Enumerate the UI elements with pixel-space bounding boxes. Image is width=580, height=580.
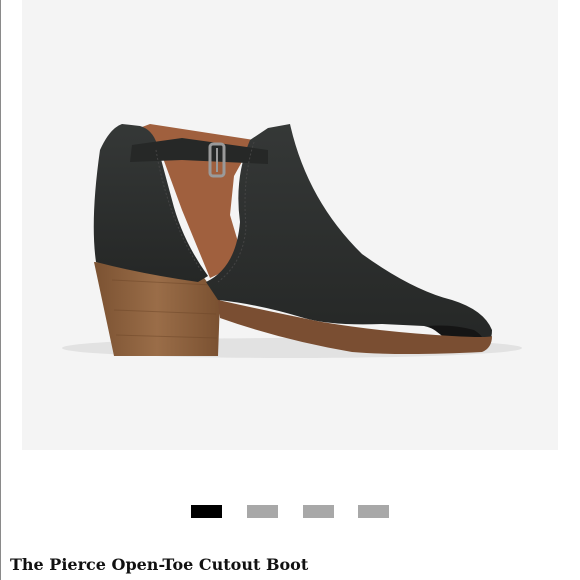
carousel-dot-3[interactable] [303, 505, 334, 518]
carousel-dot-1[interactable] [191, 505, 222, 518]
boot-illustration [62, 124, 522, 358]
product-image[interactable] [22, 0, 558, 450]
carousel-dot-4[interactable] [358, 505, 389, 518]
product-title: The Pierce Open-Toe Cutout Boot [10, 555, 309, 574]
page-left-border [0, 0, 1, 580]
carousel-dot-2[interactable] [247, 505, 278, 518]
image-carousel-indicators [191, 505, 391, 519]
